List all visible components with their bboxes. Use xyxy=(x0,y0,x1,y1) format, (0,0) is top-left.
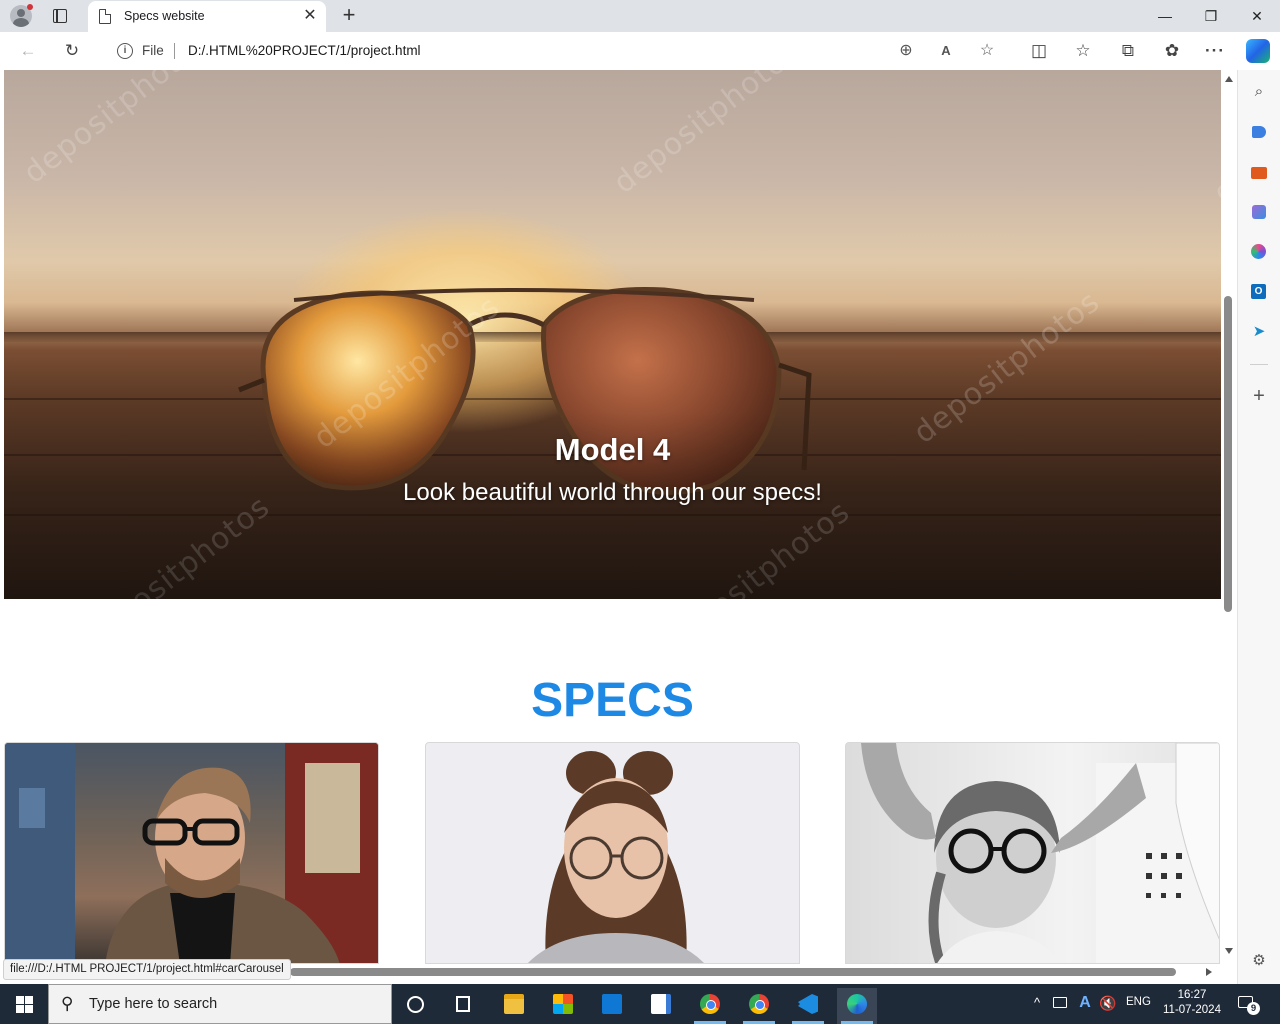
microsoft-365-icon[interactable] xyxy=(1250,243,1268,261)
window-minimize-button[interactable]: — xyxy=(1142,0,1188,32)
chrome-icon[interactable] xyxy=(690,988,730,1024)
file-explorer-icon[interactable] xyxy=(494,988,534,1024)
tab-specs-website[interactable]: Specs website ✕ xyxy=(88,1,326,32)
games-icon[interactable] xyxy=(1250,203,1268,221)
favorites-icon[interactable]: ☆ xyxy=(1072,40,1094,62)
clock-time: 16:27 xyxy=(1177,989,1207,1001)
tools-briefcase-icon[interactable] xyxy=(1250,163,1268,181)
cortana-icon[interactable] xyxy=(396,988,436,1024)
woman-with-glasses-image xyxy=(528,751,704,963)
new-tab-button[interactable]: + xyxy=(339,4,359,26)
network-icon[interactable] xyxy=(1053,997,1067,1008)
tab-title: Specs website xyxy=(124,9,205,23)
specs-section-heading: SPECS xyxy=(531,674,694,727)
child-with-glasses-image xyxy=(861,743,1219,963)
sidebar-search-icon[interactable]: ⌕ xyxy=(1250,83,1268,101)
azure-icon[interactable]: A xyxy=(1076,994,1094,1012)
browser-sidebar: ⌕ O ➤ + ⚙ xyxy=(1237,70,1280,984)
vertical-scrollbar[interactable] xyxy=(1221,70,1237,964)
page-favicon-icon xyxy=(99,9,111,24)
vscode-icon[interactable] xyxy=(788,988,828,1024)
vertical-scrollbar-thumb[interactable] xyxy=(1224,296,1232,612)
extensions-icon[interactable]: ✿ xyxy=(1161,40,1183,62)
address-bar[interactable]: i File D:/.HTML%20PROJECT/1/project.html… xyxy=(101,35,1011,66)
microsoft-store-icon[interactable] xyxy=(543,988,583,1024)
site-info-icon[interactable]: i xyxy=(117,43,133,59)
watermark-text: depositphotos xyxy=(1207,70,1221,211)
profile-notification-dot xyxy=(27,4,33,10)
spec-card-man[interactable] xyxy=(4,742,379,964)
horizontal-scrollbar-thumb[interactable] xyxy=(290,968,1176,976)
notification-center-icon[interactable]: 9 xyxy=(1236,993,1260,1015)
tab-close-icon[interactable]: ✕ xyxy=(302,8,318,24)
outlook-icon[interactable]: O xyxy=(1250,283,1268,301)
tab-strip: Specs website ✕ + — ❐ ✕ xyxy=(0,0,1280,32)
carousel-slide[interactable]: depositphotos depositphotos depositphoto… xyxy=(4,70,1221,599)
back-arrow-icon[interactable]: ← xyxy=(17,40,39,62)
collections-icon[interactable]: ⧉ xyxy=(1117,40,1139,62)
input-language[interactable]: ENG xyxy=(1126,996,1151,1008)
show-hidden-icons-chevron-icon[interactable]: ^ xyxy=(1030,996,1044,1010)
carousel-title: Model 4 xyxy=(554,432,671,467)
man-with-glasses-image xyxy=(5,743,378,963)
scroll-down-arrow-icon[interactable] xyxy=(1225,948,1233,954)
sidebar-settings-gear-icon[interactable]: ⚙ xyxy=(1250,952,1268,970)
read-aloud-icon[interactable]: A xyxy=(936,41,956,61)
carousel-text: Look beautiful world through our specs! xyxy=(403,479,822,506)
window-close-button[interactable]: ✕ xyxy=(1234,0,1280,32)
drop-send-icon[interactable]: ➤ xyxy=(1250,323,1268,341)
shopping-tag-icon[interactable] xyxy=(1250,123,1268,141)
sidebar-divider xyxy=(1250,364,1268,365)
carousel-caption: Model 4 Look beautiful world through our… xyxy=(4,430,1221,508)
mail-icon[interactable] xyxy=(592,988,632,1024)
url-input[interactable]: D:/.HTML%20PROJECT/1/project.html xyxy=(188,43,421,58)
scheme-label: File xyxy=(142,43,164,58)
add-favorite-star-icon[interactable]: ☆ xyxy=(977,41,997,61)
windows-taskbar: ⚲ Type here to search ^ A 🔇 ENG 16:27 11… xyxy=(0,984,1280,1024)
zoom-icon[interactable]: ⊕ xyxy=(896,41,916,61)
tab-actions-icon[interactable] xyxy=(50,6,70,26)
chrome-profile-icon[interactable] xyxy=(739,988,779,1024)
watermark-text: depositphotos xyxy=(607,70,807,201)
spec-card-woman[interactable] xyxy=(425,742,800,964)
start-windows-icon[interactable] xyxy=(0,984,48,1024)
clock[interactable]: 16:27 11-07-2024 xyxy=(1160,988,1224,1018)
volume-muted-icon[interactable]: 🔇 xyxy=(1099,994,1117,1012)
split-screen-icon[interactable]: ◫ xyxy=(1028,40,1050,62)
more-menu-icon[interactable]: ··· xyxy=(1204,40,1226,62)
page-viewport: depositphotos depositphotos depositphoto… xyxy=(0,70,1237,964)
copilot-icon[interactable] xyxy=(1246,39,1270,63)
browser-toolbar: ← ↻ i File D:/.HTML%20PROJECT/1/project.… xyxy=(0,32,1280,70)
search-icon: ⚲ xyxy=(61,994,74,1013)
scroll-up-arrow-icon[interactable] xyxy=(1225,76,1233,82)
taskbar-search-input[interactable]: ⚲ Type here to search xyxy=(48,984,392,1024)
spec-card-child[interactable] xyxy=(845,742,1220,964)
notification-count-badge: 9 xyxy=(1247,1002,1260,1015)
address-separator xyxy=(174,43,175,59)
scroll-right-arrow-icon[interactable] xyxy=(1206,968,1212,976)
link-status-bubble: file:///D:/.HTML PROJECT/1/project.html#… xyxy=(3,959,291,980)
reload-icon[interactable]: ↻ xyxy=(61,40,83,62)
clock-date: 11-07-2024 xyxy=(1163,1004,1221,1016)
task-view-icon[interactable] xyxy=(443,988,483,1024)
watermark-text: depositphotos xyxy=(17,70,217,191)
search-placeholder: Type here to search xyxy=(89,996,218,1012)
sidebar-add-icon[interactable]: + xyxy=(1250,386,1268,406)
notepad-icon[interactable] xyxy=(641,988,681,1024)
window-restore-button[interactable]: ❐ xyxy=(1188,0,1234,32)
edge-browser-icon[interactable] xyxy=(837,988,877,1024)
